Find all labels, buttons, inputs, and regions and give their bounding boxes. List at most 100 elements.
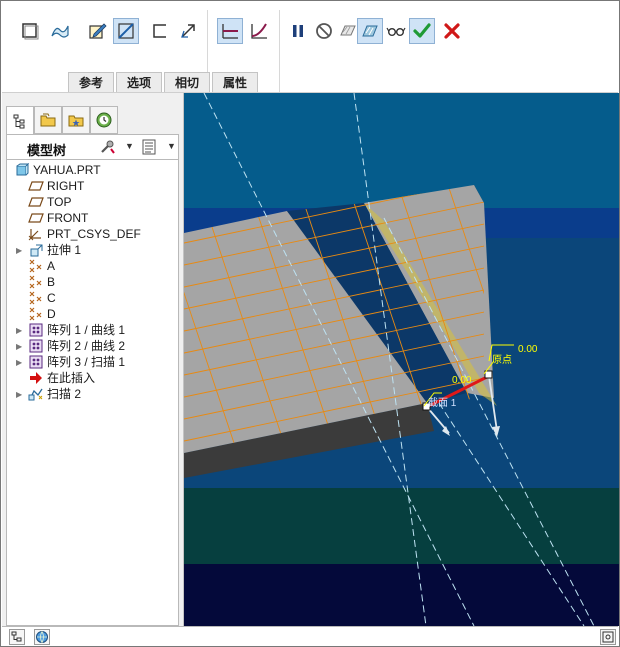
dimension-label-2[interactable]: 0.00 [518, 344, 538, 355]
tree-item-label: YAHUA.PRT [33, 163, 101, 177]
variable-section-icon [251, 23, 267, 39]
status-bar [2, 626, 618, 646]
tab-folder-browser[interactable] [34, 106, 62, 134]
tree-item-label: D [47, 307, 56, 321]
insert-here-icon [28, 371, 44, 385]
constant-section-button[interactable] [217, 18, 243, 44]
tree-item-label: A [47, 259, 56, 273]
no-preview-button[interactable] [311, 18, 337, 44]
tab-history[interactable] [90, 106, 118, 134]
tab-properties[interactable]: 属性 [212, 72, 259, 92]
tools-icon [101, 140, 115, 154]
thin-open-icon [153, 24, 166, 38]
dashboard-tabs: 参考 选项 相切 属性 [68, 72, 260, 92]
csys-icon [28, 227, 44, 241]
tree-item[interactable]: A [16, 258, 55, 274]
tree-settings-dropdown-icon[interactable]: ▼ [125, 141, 134, 151]
tree-item[interactable]: B [16, 274, 55, 290]
sketch-edit-icon [89, 23, 107, 39]
tab-model-tree[interactable] [6, 106, 34, 134]
sketch-button[interactable] [84, 18, 110, 44]
section-plane-icon [118, 23, 134, 39]
tree-item[interactable]: ▶ 阵列 1 / 曲线 1 [16, 322, 125, 338]
tree-item-label: TOP [47, 195, 72, 209]
model-tree-small-icon [11, 631, 22, 642]
show-browser-button[interactable] [34, 629, 50, 645]
tree-item[interactable]: TOP [16, 194, 71, 210]
expand-arrow-icon[interactable]: ▶ [16, 326, 25, 335]
verify-mode-icon [362, 25, 378, 37]
show-navigator-button[interactable] [9, 629, 25, 645]
expand-arrow-icon[interactable]: ▶ [16, 358, 25, 367]
expand-arrow-icon[interactable]: ▶ [16, 246, 25, 255]
navigator-panel: 模型树 ▼ ▼ YAHUA.PRT RIGHT TOP FRONT PRT_CSYS_D… [2, 93, 184, 626]
datum-point-icon [28, 259, 44, 273]
tree-item-label: 阵列 2 / 曲线 2 [47, 339, 126, 353]
browser-icon [36, 631, 48, 644]
datum-point-icon [28, 307, 44, 321]
tree-item[interactable]: 在此插入 [16, 370, 95, 386]
cancel-x-icon [444, 23, 460, 39]
dimension-label-1[interactable]: 0.00 [452, 375, 472, 386]
tab-options[interactable]: 选项 [116, 72, 163, 92]
tree-item[interactable]: PRT_CSYS_DEF [16, 226, 141, 242]
solid-button[interactable] [17, 18, 43, 44]
pause-button[interactable] [285, 18, 311, 44]
tree-item-label: 阵列 3 / 扫描 1 [47, 355, 126, 369]
pattern-icon [28, 323, 44, 337]
selection-filter-button[interactable] [600, 629, 616, 645]
tree-item-label: RIGHT [47, 179, 85, 193]
tree-item[interactable]: RIGHT [16, 178, 84, 194]
tab-favorites[interactable] [62, 106, 90, 134]
solid-icon [22, 23, 39, 40]
graphics-viewport[interactable]: 0.00 0.00 原点 截面 1 [184, 93, 619, 626]
tree-item[interactable]: YAHUA.PRT [11, 162, 101, 178]
glasses-button[interactable] [383, 18, 409, 44]
toolbar-separator [279, 10, 280, 92]
cancel-button[interactable] [439, 18, 465, 44]
list-columns-icon [142, 139, 156, 155]
tree-item[interactable]: ▶ 阵列 3 / 扫描 1 [16, 354, 125, 370]
confirm-button[interactable] [409, 18, 435, 44]
tree-item-label: C [47, 291, 56, 305]
tree-item[interactable]: FRONT [16, 210, 88, 226]
expand-arrow-icon[interactable]: ▶ [16, 342, 25, 351]
flip-direction-button[interactable] [175, 18, 201, 44]
surface-button[interactable] [47, 18, 73, 44]
tree-show-dropdown-icon[interactable]: ▼ [167, 141, 176, 151]
tree-item-label: B [47, 275, 56, 289]
tree-item-label: 拉伸 1 [47, 243, 82, 257]
model-tree: YAHUA.PRT RIGHT TOP FRONT PRT_CSYS_DEF ▶ 拉伸 1 A… [6, 160, 179, 626]
tree-show-button[interactable] [141, 139, 159, 160]
model-tree-title: 模型树 [27, 143, 67, 158]
tab-references[interactable]: 参考 [68, 72, 115, 92]
tree-item[interactable]: D [16, 306, 56, 322]
verify-mode-button[interactable] [357, 18, 383, 44]
expand-arrow-icon[interactable]: ▶ [16, 390, 25, 399]
tab-tangency[interactable]: 相切 [164, 72, 211, 92]
tree-item[interactable]: ▶ 扫描 2 [16, 386, 81, 402]
variable-section-button[interactable] [246, 18, 272, 44]
datum-plane-icon [28, 211, 44, 225]
tree-item-label: 阵列 1 / 曲线 1 [47, 323, 126, 337]
pattern-icon [28, 339, 44, 353]
section-button[interactable] [113, 18, 139, 44]
confirm-check-icon [413, 23, 431, 38]
datum-point-icon [28, 275, 44, 289]
direction-flip-icon [181, 24, 195, 38]
feature-dashboard: 参考 选项 相切 属性 [2, 2, 618, 93]
datum-plane-icon [28, 195, 44, 209]
pause-icon [293, 25, 303, 37]
model-tree-header: 模型树 ▼ ▼ [6, 134, 179, 160]
tree-item[interactable]: ▶ 阵列 2 / 曲线 2 [16, 338, 125, 354]
tree-settings-button[interactable] [99, 139, 117, 160]
tree-item[interactable]: C [16, 290, 56, 306]
preview-icon [340, 25, 356, 36]
thin-button[interactable] [147, 18, 173, 44]
navigator-tabs [6, 106, 118, 134]
tree-item[interactable]: ▶ 拉伸 1 [16, 242, 81, 258]
section-label: 截面 1 [428, 396, 457, 409]
extrude-icon [28, 243, 44, 257]
part-icon [14, 163, 30, 177]
no-preview-icon [316, 23, 332, 39]
